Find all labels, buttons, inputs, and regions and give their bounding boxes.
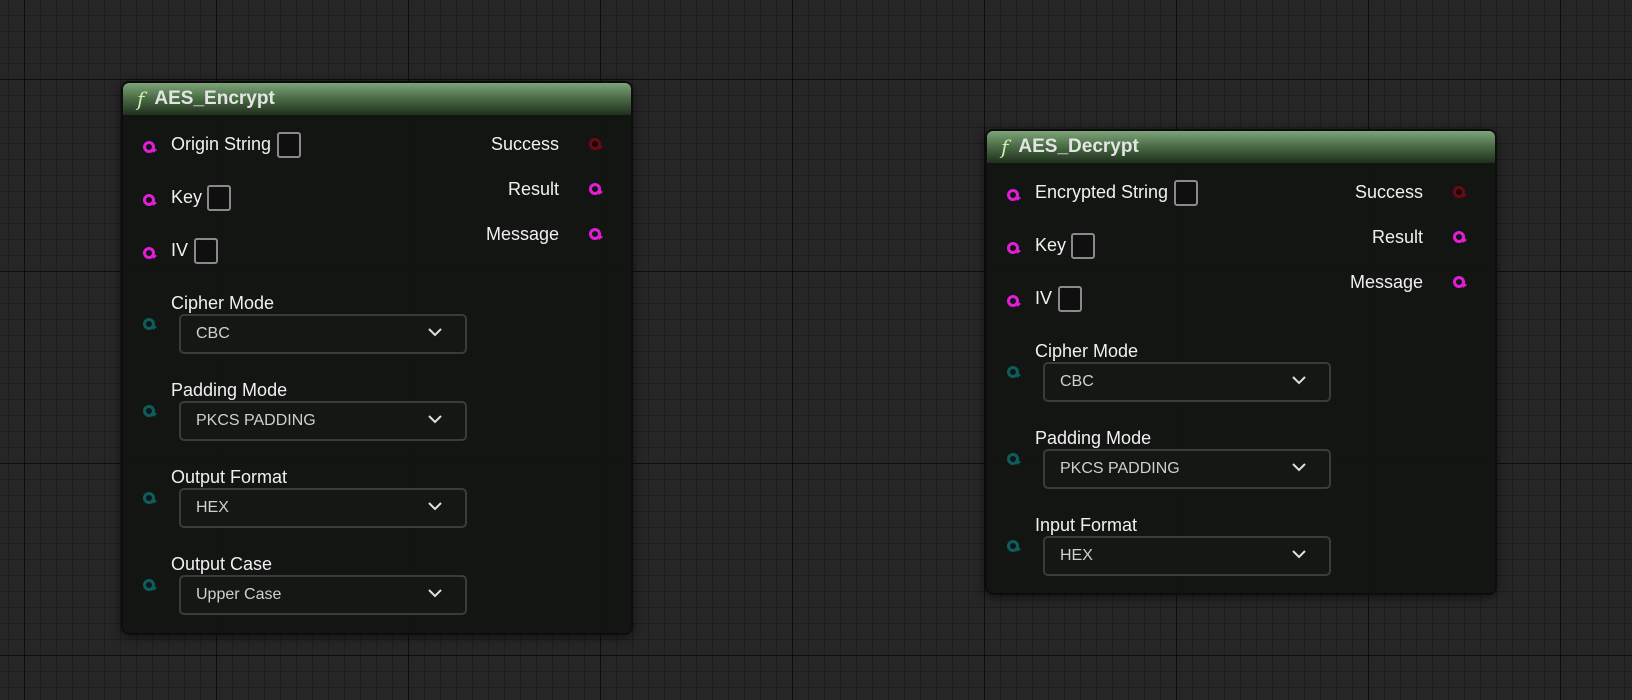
output-format-value: HEX (196, 499, 229, 516)
origin-string-input[interactable] (277, 132, 301, 158)
padding-mode-dropdown[interactable]: PKCS PADDING (1043, 449, 1331, 489)
padding-mode-value: PKCS PADDING (196, 412, 316, 429)
cipher-mode-label: Cipher Mode (1035, 341, 1139, 361)
encrypted-string-pin[interactable] (1007, 189, 1021, 201)
aes-decrypt-node[interactable]: f AES_Decrypt Encrypted String Key IV Su… (985, 129, 1497, 595)
result-pin[interactable] (589, 183, 603, 195)
padding-mode-label: Padding Mode (171, 380, 288, 400)
output-format-pin[interactable] (143, 492, 157, 504)
padding-mode-value: PKCS PADDING (1060, 460, 1180, 477)
iv-input[interactable] (194, 238, 218, 264)
padding-mode-pin[interactable] (1007, 453, 1021, 465)
aes-encrypt-node[interactable]: f AES_Encrypt Origin String Key IV Succe… (121, 81, 633, 635)
iv-label: IV (171, 240, 189, 260)
cipher-mode-dropdown[interactable]: CBC (1043, 362, 1331, 402)
node-title: AES_Encrypt (154, 88, 275, 109)
aes-decrypt-header[interactable]: f AES_Decrypt (987, 131, 1495, 163)
message-label: Message (485, 224, 559, 244)
key-label: Key (1035, 235, 1067, 255)
result-pin[interactable] (1453, 231, 1467, 243)
cipher-mode-label: Cipher Mode (171, 293, 275, 313)
message-pin[interactable] (1453, 276, 1467, 288)
output-case-pin[interactable] (143, 579, 157, 591)
iv-pin[interactable] (1007, 295, 1021, 307)
key-input[interactable] (1071, 233, 1095, 259)
output-case-label: Output Case (171, 554, 273, 574)
output-format-dropdown[interactable]: HEX (179, 488, 467, 528)
chevron-down-icon (1292, 463, 1306, 472)
encrypted-string-input[interactable] (1174, 180, 1198, 206)
result-label: Result (1371, 227, 1423, 247)
aes-encrypt-header[interactable]: f AES_Encrypt (123, 83, 631, 115)
success-pin[interactable] (589, 138, 603, 150)
chevron-down-icon (1292, 376, 1306, 385)
origin-string-label: Origin String (171, 134, 272, 154)
success-label: Success (1354, 182, 1423, 202)
iv-label: IV (1035, 288, 1053, 308)
key-label: Key (171, 187, 203, 207)
message-label: Message (1349, 272, 1423, 292)
cipher-mode-value: CBC (196, 325, 230, 342)
function-icon: f (1001, 135, 1009, 159)
padding-mode-dropdown[interactable]: PKCS PADDING (179, 401, 467, 441)
origin-string-pin[interactable] (143, 141, 157, 153)
chevron-down-icon (428, 415, 442, 424)
function-icon: f (137, 87, 145, 111)
output-case-value: Upper Case (196, 586, 282, 603)
success-label: Success (490, 134, 559, 154)
node-title: AES_Decrypt (1018, 136, 1139, 157)
output-case-dropdown[interactable]: Upper Case (179, 575, 467, 615)
success-pin[interactable] (1453, 186, 1467, 198)
cipher-mode-pin[interactable] (143, 318, 157, 330)
key-pin[interactable] (143, 194, 157, 206)
chevron-down-icon (1292, 550, 1306, 559)
cipher-mode-value: CBC (1060, 373, 1094, 390)
input-format-label: Input Format (1035, 515, 1138, 535)
chevron-down-icon (428, 328, 442, 337)
input-format-dropdown[interactable]: HEX (1043, 536, 1331, 576)
input-format-pin[interactable] (1007, 540, 1021, 552)
chevron-down-icon (428, 502, 442, 511)
chevron-down-icon (428, 589, 442, 598)
result-label: Result (507, 179, 559, 199)
message-pin[interactable] (589, 228, 603, 240)
padding-mode-label: Padding Mode (1035, 428, 1152, 448)
output-format-label: Output Format (171, 467, 288, 487)
iv-input[interactable] (1058, 286, 1082, 312)
input-format-value: HEX (1060, 547, 1093, 564)
padding-mode-pin[interactable] (143, 405, 157, 417)
key-input[interactable] (207, 185, 231, 211)
iv-pin[interactable] (143, 247, 157, 259)
cipher-mode-dropdown[interactable]: CBC (179, 314, 467, 354)
encrypted-string-label: Encrypted String (1035, 182, 1169, 202)
key-pin[interactable] (1007, 242, 1021, 254)
cipher-mode-pin[interactable] (1007, 366, 1021, 378)
